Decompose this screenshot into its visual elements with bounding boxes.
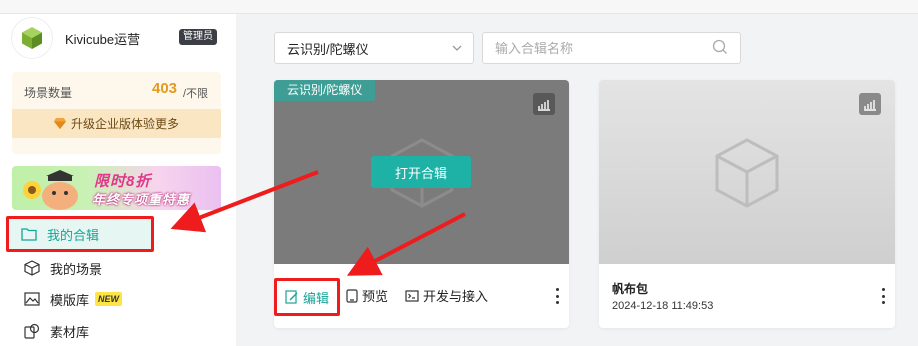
promo-character-icon — [23, 170, 78, 210]
upgrade-button[interactable]: 升级企业版体验更多 — [12, 109, 221, 138]
collection-search-input[interactable] — [482, 32, 741, 64]
avatar[interactable] — [12, 18, 52, 58]
promo-subtitle: 年终专项重特惠 — [92, 192, 191, 207]
edit-icon — [285, 290, 298, 304]
preview-label: 预览 — [362, 289, 389, 304]
promo-banner[interactable]: 限时8折 年终专项重特惠 — [12, 166, 221, 210]
sidebar-item-label: 素材库 — [50, 324, 90, 340]
analytics-button[interactable] — [859, 93, 881, 115]
kivicube-logo-icon — [22, 27, 42, 49]
quota-value: 403 — [152, 80, 178, 97]
sidebar-item-my-scenes[interactable]: 我的场景 — [12, 253, 226, 283]
edit-label: 编辑 — [303, 290, 330, 306]
folder-icon — [21, 226, 37, 242]
promo-title: 限时8折 — [94, 173, 152, 190]
quota-label: 场景数量 — [24, 86, 73, 100]
sidebar-item-label: 模版库 — [50, 292, 90, 308]
quota-limit: /不限 — [183, 88, 209, 100]
top-bar — [0, 0, 918, 14]
terminal-icon — [405, 289, 419, 302]
upgrade-label: 升级企业版体验更多 — [70, 117, 179, 131]
collection-card[interactable]: 5 0 0 帆布包 2024-12-18 11:49:53 — [599, 80, 895, 328]
dev-integration-label: 开发与接入 — [423, 289, 489, 304]
collection-actions: 编辑 预览 开发与接入 — [274, 264, 569, 328]
image-icon — [24, 291, 40, 307]
collection-card[interactable]: 云识别/陀螺仪 打开合辑 1 0 0 编辑 预览 开发与接入 — [274, 80, 569, 328]
edit-button[interactable]: 编辑 — [274, 278, 341, 316]
type-filter-select[interactable]: 云识别/陀螺仪 — [274, 32, 474, 64]
sidebar-item-label: 我的场景 — [50, 261, 103, 277]
phone-icon — [346, 288, 358, 303]
quota-panel: 场景数量 403 /不限 升级企业版体验更多 — [12, 72, 221, 154]
chevron-down-icon — [452, 45, 462, 51]
collection-date: 2024-12-18 11:49:53 — [612, 300, 714, 312]
analytics-button[interactable] — [533, 93, 555, 115]
search-icon[interactable] — [712, 39, 728, 55]
role-badge: 管理员 — [179, 29, 217, 45]
placeholder-cube-icon — [715, 138, 779, 208]
assets-icon — [24, 323, 40, 339]
sidebar-item-label: 我的合辑 — [47, 227, 100, 243]
open-collection-button[interactable]: 打开合辑 — [371, 156, 471, 188]
collection-info: 帆布包 2024-12-18 11:49:53 — [599, 264, 895, 328]
cube-icon — [24, 260, 40, 276]
sidebar-item-my-collections[interactable]: 我的合辑 — [6, 216, 154, 252]
more-menu-icon[interactable] — [552, 288, 562, 304]
new-badge: NEW — [95, 292, 123, 306]
more-menu-icon[interactable] — [878, 288, 888, 304]
chart-icon — [864, 100, 876, 111]
dev-integration-button[interactable]: 开发与接入 — [405, 286, 488, 305]
account-name: Kivicube运营 — [65, 32, 141, 47]
collection-name: 帆布包 — [612, 282, 649, 296]
chart-icon — [538, 100, 550, 111]
diamond-icon — [53, 118, 66, 129]
preview-button[interactable]: 预览 — [346, 286, 388, 305]
sidebar-item-assets[interactable]: 素材库 — [12, 316, 226, 346]
collection-type-tag: 云识别/陀螺仪 — [274, 80, 376, 101]
type-filter-value: 云识别/陀螺仪 — [287, 41, 369, 57]
sidebar-item-templates[interactable]: 模版库 NEW — [12, 284, 226, 314]
